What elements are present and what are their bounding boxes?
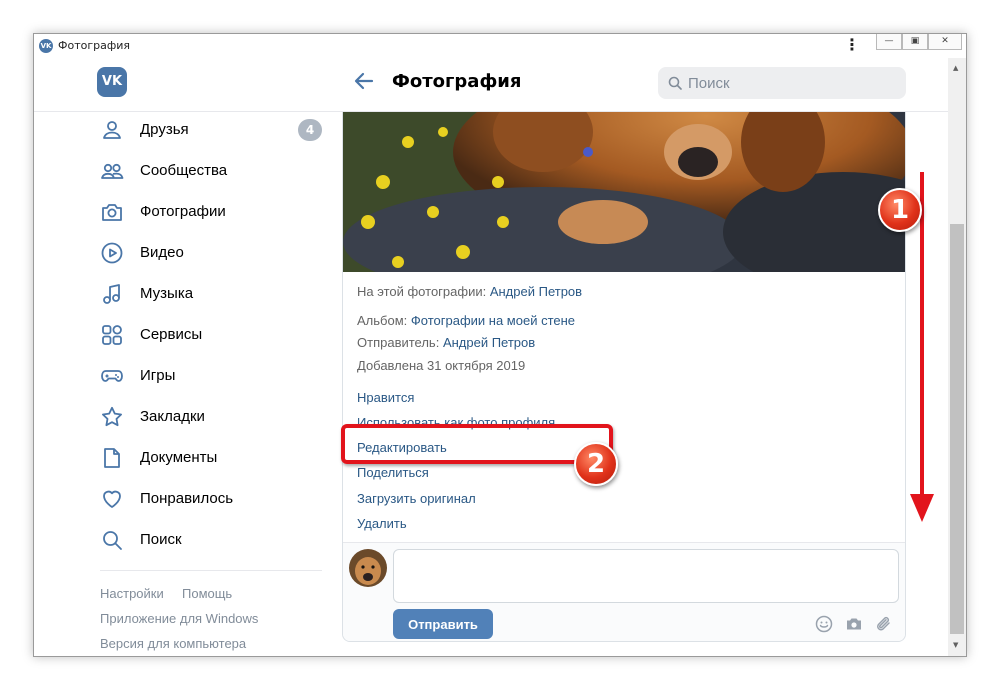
star-icon — [102, 406, 122, 427]
sidebar-item-label: Музыка — [140, 285, 194, 302]
sidebar-item-documents[interactable]: Документы — [100, 442, 330, 474]
photo-card: На этой фотографии: Андрей Петров Альбом… — [342, 112, 906, 642]
sidebar-item-label: Понравилось — [140, 490, 234, 507]
sidebar-divider — [100, 570, 322, 571]
app-window: VK Фотография ⋮ — ▣ ✕ VK Фотография Друз… — [33, 33, 967, 657]
avatar[interactable] — [349, 549, 387, 587]
comment-input[interactable] — [393, 549, 899, 603]
sidebar-item-games[interactable]: Игры — [100, 360, 330, 392]
sidebar: Друзья 4 Сообщества Фотографии Видео Муз… — [34, 112, 334, 656]
services-icon — [102, 325, 122, 345]
sidebar-item-search[interactable]: Поиск — [100, 524, 330, 556]
delete-link[interactable]: Удалить — [357, 516, 407, 531]
heart-icon — [103, 490, 121, 508]
page-title: Фотография — [392, 71, 522, 92]
sidebar-item-label: Закладки — [140, 408, 205, 425]
album-link[interactable]: Фотографии на моей стене — [411, 313, 575, 328]
sender-link[interactable]: Андрей Петров — [443, 335, 535, 350]
search-icon — [668, 76, 682, 90]
window-title: Фотография — [58, 39, 131, 52]
added-date: Добавлена 31 октября 2019 — [357, 358, 526, 373]
document-icon — [104, 448, 120, 468]
vk-header: VK Фотография — [34, 58, 948, 112]
comment-area: Отправить — [343, 542, 905, 641]
users-icon — [101, 163, 124, 179]
sidebar-item-label: Фотографии — [140, 203, 226, 220]
close-button[interactable]: ✕ — [928, 34, 962, 50]
settings-link[interactable]: Настройки — [100, 586, 164, 601]
search-box[interactable] — [658, 67, 906, 99]
attach-icon[interactable] — [875, 615, 893, 633]
play-icon — [101, 242, 123, 264]
scroll-up-icon[interactable]: ▲ — [953, 64, 958, 72]
camera-icon[interactable] — [845, 615, 863, 633]
search-input[interactable] — [688, 73, 888, 93]
sidebar-item-video[interactable]: Видео — [100, 237, 330, 269]
sidebar-item-label: Друзья — [140, 121, 189, 138]
send-button[interactable]: Отправить — [393, 609, 493, 639]
windows-app-link[interactable]: Приложение для Windows — [100, 611, 258, 626]
sidebar-item-photos[interactable]: Фотографии — [100, 196, 330, 228]
scroll-down-icon[interactable]: ▼ — [953, 641, 958, 649]
help-link[interactable]: Помощь — [182, 586, 232, 601]
back-arrow-icon[interactable] — [352, 69, 376, 93]
sender-row: Отправитель: Андрей Петров — [357, 335, 535, 350]
highlight-box — [341, 424, 613, 464]
more-menu-icon[interactable]: ⋮ — [844, 37, 860, 53]
sidebar-item-label: Поиск — [140, 531, 182, 548]
search-icon — [103, 531, 122, 550]
vk-app-icon: VK — [39, 39, 53, 53]
music-icon — [103, 284, 120, 304]
step-marker-1: 1 — [878, 188, 922, 232]
sidebar-item-communities[interactable]: Сообщества — [100, 155, 330, 187]
title-bar: VK Фотография ⋮ — ▣ ✕ — [34, 34, 966, 58]
share-link[interactable]: Поделиться — [357, 465, 429, 480]
sidebar-item-liked[interactable]: Понравилось — [100, 483, 330, 515]
sidebar-item-label: Сообщества — [140, 162, 228, 179]
camera-icon — [102, 204, 122, 221]
sidebar-item-label: Видео — [140, 244, 184, 261]
scroll-thumb[interactable] — [950, 224, 964, 634]
sidebar-item-music[interactable]: Музыка — [100, 278, 330, 310]
sidebar-item-label: Сервисы — [140, 326, 203, 343]
dog-photo[interactable] — [343, 112, 906, 272]
friends-count-badge: 4 — [298, 119, 322, 141]
emoji-icon[interactable] — [815, 615, 833, 633]
sidebar-item-bookmarks[interactable]: Закладки — [100, 401, 330, 433]
sidebar-item-label: Игры — [140, 367, 176, 384]
vertical-scrollbar[interactable]: ▲ ▼ — [948, 58, 966, 656]
sidebar-item-friends[interactable]: Друзья 4 — [100, 114, 330, 146]
step-marker-2: 2 — [574, 442, 618, 486]
vk-logo[interactable]: VK — [97, 67, 127, 97]
sender-label: Отправитель: — [357, 335, 440, 350]
photo-tagged-row: На этой фотографии: Андрей Петров — [357, 284, 582, 299]
sidebar-item-label: Документы — [140, 449, 218, 466]
desktop-version-link[interactable]: Версия для компьютера — [100, 636, 246, 651]
minimize-button[interactable]: — — [876, 34, 902, 50]
tagged-label: На этой фотографии: — [357, 284, 487, 299]
download-original-link[interactable]: Загрузить оригинал — [357, 491, 476, 506]
gamepad-icon — [101, 370, 123, 382]
tagged-person-link[interactable]: Андрей Петров — [490, 284, 582, 299]
like-link[interactable]: Нравится — [357, 390, 414, 405]
user-icon — [103, 121, 121, 139]
album-row: Альбом: Фотографии на моей стене — [357, 313, 575, 328]
sidebar-item-services[interactable]: Сервисы — [100, 319, 330, 351]
album-label: Альбом: — [357, 313, 408, 328]
maximize-button[interactable]: ▣ — [902, 34, 928, 50]
